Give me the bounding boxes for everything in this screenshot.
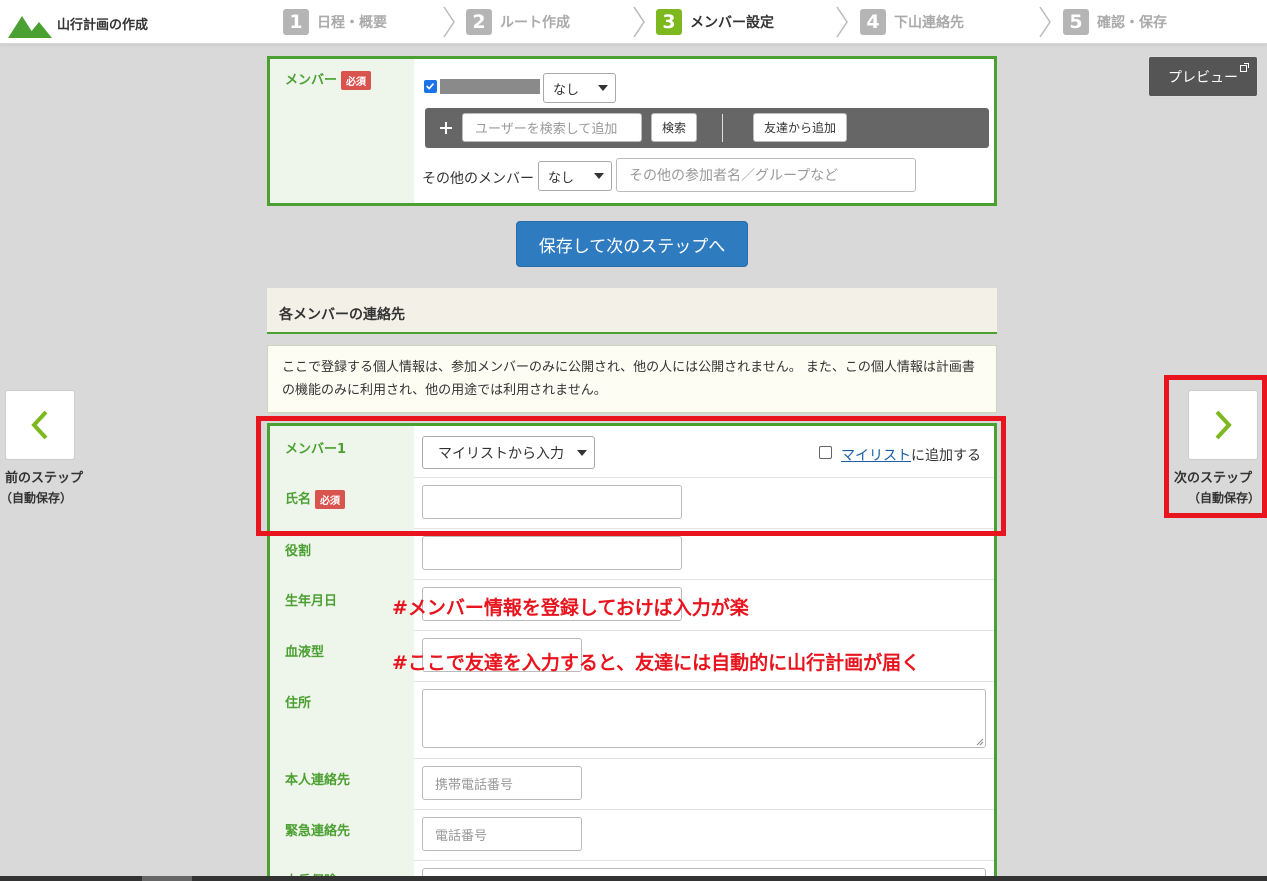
row-divider	[414, 758, 994, 759]
step-label: メンバー設定	[690, 15, 774, 31]
step-label: 日程・概要	[317, 15, 387, 31]
contacts-heading-text: 各メンバーの連絡先	[279, 307, 405, 323]
row-divider	[414, 681, 994, 682]
user-search-bar: ユーザーを検索して追加 検索 友達から追加	[425, 108, 989, 148]
address-label: 住所	[285, 696, 312, 711]
role-input[interactable]	[422, 536, 682, 570]
dropdown-arrow-icon	[594, 173, 604, 179]
self-contact-input[interactable]: 携帯電話番号	[422, 766, 582, 800]
save-and-next-button[interactable]: 保存して次のステップへ	[516, 221, 748, 267]
emergency-contact-label: 緊急連絡先	[285, 824, 351, 839]
search-button[interactable]: 検索	[651, 113, 697, 142]
check-icon	[426, 82, 435, 90]
chevron-right-icon	[443, 6, 455, 38]
save-and-next-label: 保存して次のステップへ	[538, 236, 726, 257]
step-label: 確認・保存	[1097, 15, 1167, 31]
member-checkbox[interactable]	[424, 80, 437, 93]
chevron-left-icon	[31, 410, 48, 440]
step-number: 5	[1063, 9, 1089, 35]
other-members-label: その他のメンバー	[422, 171, 534, 187]
step-number: 4	[860, 9, 886, 35]
other-members-placeholder: その他の参加者名／グループなど	[629, 168, 839, 184]
annotation-2: #ここで友達を入力すると、友達には自動的に山行計画が届く	[392, 652, 921, 674]
address-textarea[interactable]	[422, 689, 986, 748]
chevron-right-icon	[1039, 6, 1051, 38]
select-value: なし	[548, 170, 575, 186]
preview-button[interactable]: プレビュー	[1148, 56, 1258, 97]
self-contact-placeholder: 携帯電話番号	[435, 777, 514, 793]
search-placeholder: ユーザーを検索して追加	[475, 122, 618, 137]
annotation-1: #メンバー情報を登録しておけば入力が楽	[392, 597, 749, 619]
self-contact-label: 本人連絡先	[285, 773, 351, 788]
step-number: 3	[656, 9, 682, 35]
step-2[interactable]: 2 ルート作成	[466, 9, 570, 35]
scrollbar-thumb[interactable]	[142, 876, 192, 881]
plus-icon	[440, 122, 452, 134]
select-value: なし	[553, 82, 580, 98]
highlight-box-member-row	[256, 416, 1006, 536]
step-label: ルート作成	[500, 15, 570, 31]
step-3-active[interactable]: 3 メンバー設定	[656, 9, 774, 35]
row-divider	[414, 809, 994, 810]
prev-step-sub: （自動保存）	[0, 491, 73, 505]
step-5[interactable]: 5 確認・保存	[1063, 9, 1167, 35]
emergency-contact-placeholder: 電話番号	[435, 828, 488, 844]
row-divider	[414, 579, 994, 580]
prev-step-button[interactable]	[5, 390, 75, 460]
step-label: 下山連絡先	[894, 15, 964, 31]
mountain-logo-icon	[8, 16, 52, 38]
member-role-select[interactable]: なし	[543, 73, 616, 103]
member-name-redacted	[440, 79, 540, 94]
dropdown-arrow-icon	[598, 85, 608, 91]
top-bar: 山行計画の作成 1 日程・概要 2 ルート作成 3 メンバー設定 4 下山連絡先…	[0, 0, 1267, 44]
search-button-label: 検索	[661, 121, 686, 135]
step-1[interactable]: 1 日程・概要	[283, 9, 387, 35]
members-panel: メンバー 必須 なし ユーザーを検索して追加 検索 友達から追加 その他のメンバー…	[267, 56, 997, 206]
horizontal-scrollbar[interactable]	[0, 876, 1267, 881]
chevron-right-icon	[836, 6, 848, 38]
next-step-button[interactable]	[1188, 390, 1258, 460]
resize-handle-icon[interactable]	[976, 738, 984, 746]
user-search-input[interactable]: ユーザーを検索して追加	[462, 113, 642, 142]
external-link-icon	[1240, 63, 1249, 72]
privacy-notice-text: ここで登録する個人情報は、参加メンバーのみに公開され、他の人には公開されません。…	[282, 360, 975, 398]
emergency-contact-input[interactable]: 電話番号	[422, 817, 582, 851]
next-step-sub: （自動保存）	[1188, 491, 1261, 505]
birthday-label: 生年月日	[285, 594, 338, 609]
app-title: 山行計画の作成	[57, 18, 149, 33]
step-number: 1	[283, 9, 309, 35]
add-from-friends-button[interactable]: 友達から追加	[753, 113, 847, 142]
row-divider	[414, 630, 994, 631]
blood-type-label: 血液型	[285, 645, 325, 660]
members-label: メンバー 必須	[285, 69, 372, 90]
step-4[interactable]: 4 下山連絡先	[860, 9, 964, 35]
row-divider	[414, 860, 994, 861]
friend-button-label: 友達から追加	[763, 121, 836, 135]
contacts-section-heading: 各メンバーの連絡先	[267, 288, 997, 334]
preview-label: プレビュー	[1168, 69, 1238, 86]
other-members-input[interactable]: その他の参加者名／グループなど	[616, 158, 916, 192]
required-badge: 必須	[341, 71, 372, 90]
members-label-text: メンバー	[285, 73, 338, 88]
prev-step-label: 前のステップ	[5, 471, 84, 486]
chevron-right-icon	[633, 6, 645, 38]
step-number: 2	[466, 9, 492, 35]
divider	[722, 114, 723, 142]
next-step-label: 次のステップ	[1174, 471, 1253, 486]
privacy-notice: ここで登録する個人情報は、参加メンバーのみに公開され、他の人には公開されません。…	[267, 345, 997, 413]
role-label: 役割	[285, 544, 312, 559]
chevron-right-icon	[1215, 410, 1232, 440]
other-members-select[interactable]: なし	[538, 161, 612, 191]
